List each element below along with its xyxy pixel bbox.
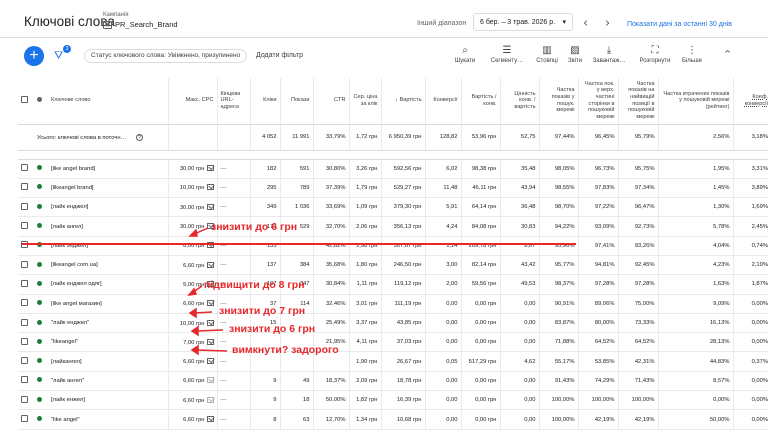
annotation-arrows [187,227,228,356]
annotation-note-3: знизити до 7 грн [219,305,306,317]
annotation-note-1: знизити до 6 грн [211,221,298,233]
annotation-note-5: вимкнути? задорого [232,344,339,356]
annotation-note-2: підвищити до 8 грн [204,279,305,291]
annotation-note-4: знизити до 6 грн [229,323,316,335]
